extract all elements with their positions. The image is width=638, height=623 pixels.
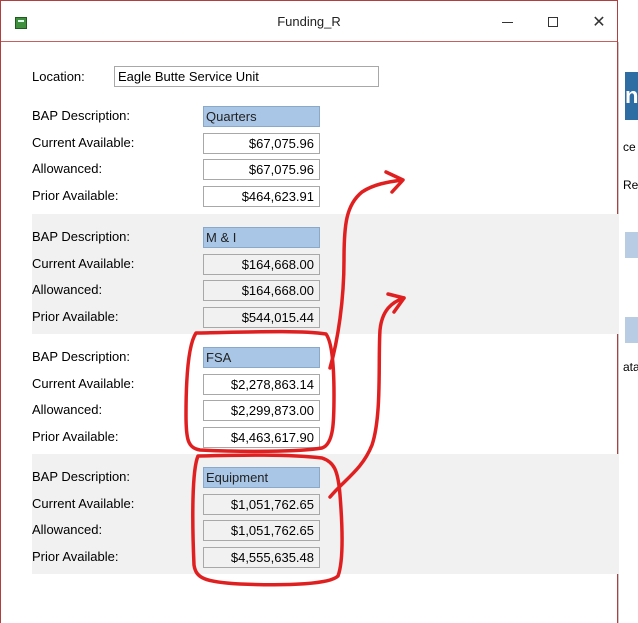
form-window: Funding_R ✕ Location: Eagle Butte Servic… [0,0,619,623]
current-available-field[interactable]: $1,051,762.65 [203,494,320,515]
bap-description-field[interactable]: FSA [203,347,320,368]
bap-description-field[interactable]: Equipment [203,467,320,488]
background-window-row: ata [623,360,638,374]
minimize-button[interactable] [485,7,529,37]
maximize-button[interactable] [531,7,575,37]
allowanced-field[interactable]: $164,668.00 [203,280,320,301]
background-window: ng ce Re ata [618,42,638,623]
location-field[interactable]: Eagle Butte Service Unit [114,66,379,87]
funding-section-quarters: BAP Description: Quarters Current Availa… [32,96,619,216]
allowanced-field[interactable]: $2,299,873.00 [203,400,320,421]
background-window-band [625,317,638,343]
prior-available-field[interactable]: $4,463,617.90 [203,427,320,448]
bap-description-field[interactable]: Quarters [203,106,320,127]
bap-description-label: BAP Description: [32,229,131,244]
bap-description-label: BAP Description: [32,469,131,484]
funding-section-m-and-i: BAP Description: M & I Current Available… [32,214,619,334]
title-bar[interactable]: Funding_R ✕ [1,0,617,42]
allowanced-label: Allowanced: [32,402,103,417]
funding-section-equipment: BAP Description: Equipment Current Avail… [32,454,619,574]
prior-available-label: Prior Available: [32,549,119,564]
maximize-icon [548,17,558,27]
prior-available-field[interactable]: $4,555,635.48 [203,547,320,568]
prior-available-label: Prior Available: [32,429,119,444]
prior-available-field[interactable]: $464,623.91 [203,186,320,207]
background-window-band [625,232,638,258]
prior-available-label: Prior Available: [32,309,119,324]
current-available-field[interactable]: $2,278,863.14 [203,374,320,395]
current-available-label: Current Available: [32,496,135,511]
allowanced-label: Allowanced: [32,282,103,297]
allowanced-label: Allowanced: [32,161,103,176]
close-button[interactable]: ✕ [577,7,621,37]
bap-description-label: BAP Description: [32,108,131,123]
background-window-row: ce [623,140,636,154]
current-available-label: Current Available: [32,376,135,391]
background-window-row: Re [623,178,638,192]
current-available-field[interactable]: $67,075.96 [203,133,320,154]
prior-available-label: Prior Available: [32,188,119,203]
location-label: Location: [32,69,85,84]
minimize-icon [501,21,513,23]
current-available-label: Current Available: [32,256,135,271]
allowanced-field[interactable]: $67,075.96 [203,159,320,180]
current-available-label: Current Available: [32,135,135,150]
background-window-header: ng [625,72,638,120]
allowanced-field[interactable]: $1,051,762.65 [203,520,320,541]
funding-section-fsa: BAP Description: FSA Current Available: … [32,334,619,454]
close-icon: ✕ [592,14,606,31]
bap-description-field[interactable]: M & I [203,227,320,248]
allowanced-label: Allowanced: [32,522,103,537]
current-available-field[interactable]: $164,668.00 [203,254,320,275]
bap-description-label: BAP Description: [32,349,131,364]
prior-available-field[interactable]: $544,015.44 [203,307,320,328]
